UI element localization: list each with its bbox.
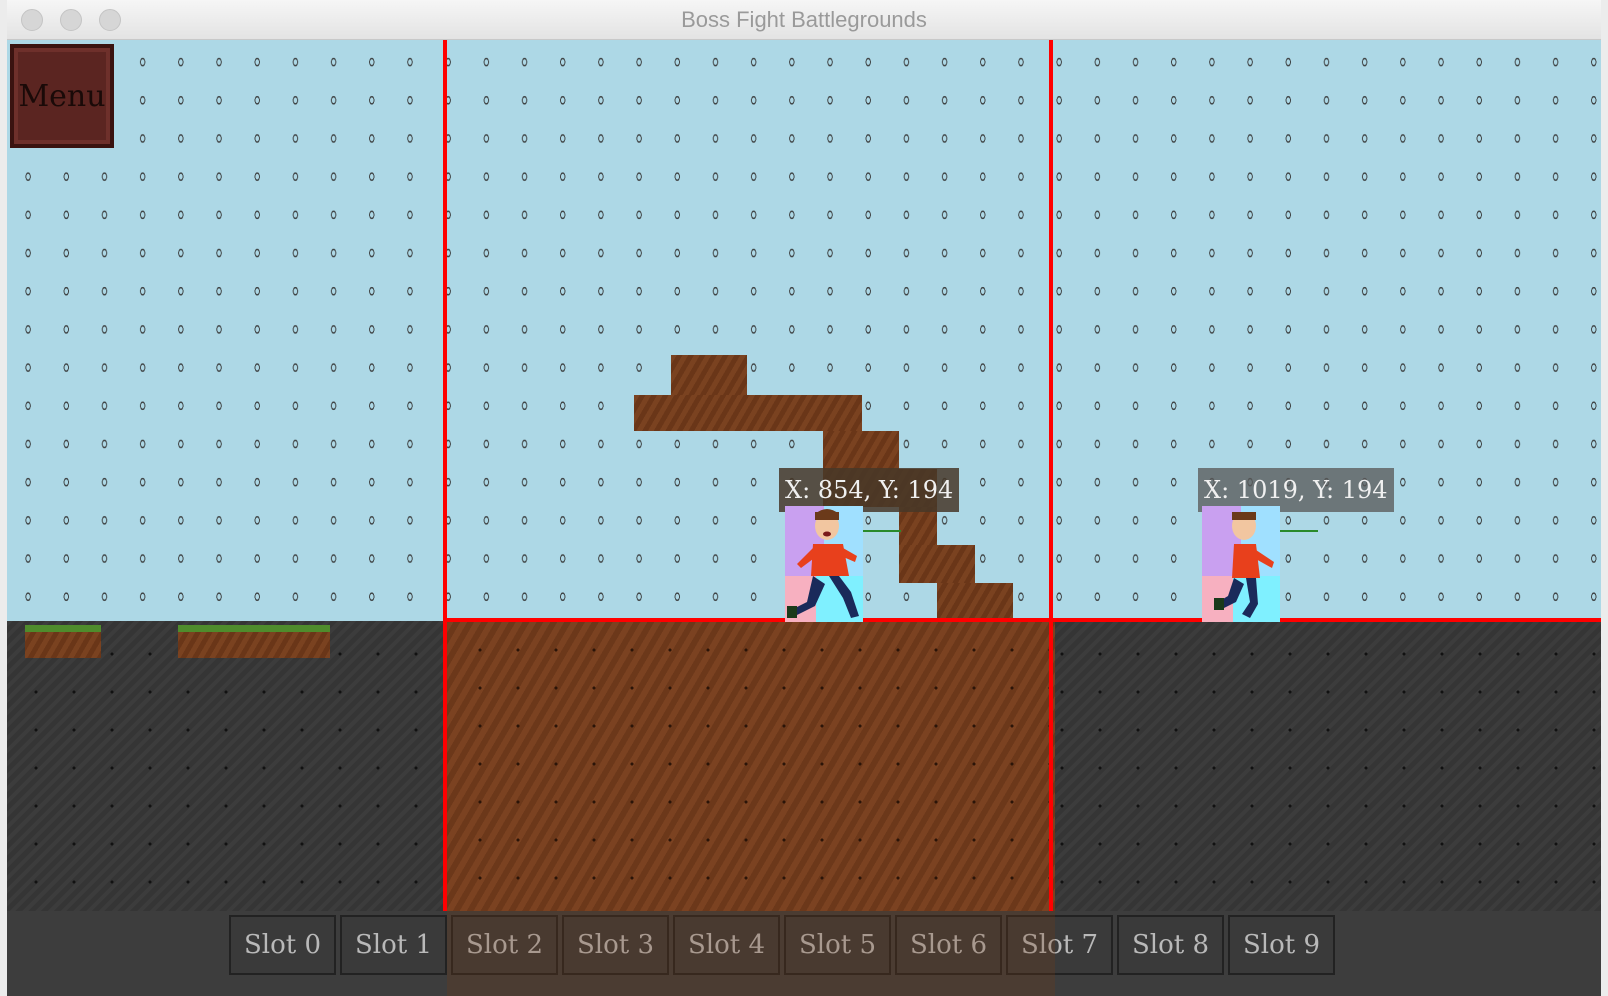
zone-boundary-floor [447, 618, 1601, 622]
dirt-block [937, 583, 1013, 621]
zone-boundary-left [443, 40, 447, 996]
title-bar: Boss Fight Battlegrounds [7, 0, 1601, 40]
player-character[interactable] [1202, 506, 1280, 622]
hotbar-slot[interactable]: Slot 5 [784, 915, 891, 975]
menu-button[interactable]: Menu [10, 44, 114, 148]
hotbar-slot[interactable]: Slot 3 [562, 915, 669, 975]
grass-block [178, 625, 330, 658]
aim-line [1280, 530, 1318, 532]
hotbar-slot[interactable]: Slot 1 [340, 915, 447, 975]
aim-line [863, 530, 901, 532]
grass-block [25, 625, 101, 658]
hotbar: Slot 0 Slot 1 Slot 2 Slot 3 Slot 4 Slot … [7, 911, 1601, 996]
game-window: Boss Fight Battlegrounds Menu X: 854, Y:… [7, 0, 1601, 996]
dirt-block [823, 431, 899, 469]
player-character[interactable] [785, 506, 863, 622]
hotbar-slot[interactable]: Slot 2 [451, 915, 558, 975]
runner-sprite-icon [787, 509, 859, 618]
zone-boundary-right [1049, 40, 1053, 996]
hotbar-slot[interactable]: Slot 0 [229, 915, 336, 975]
hotbar-slot[interactable]: Slot 8 [1117, 915, 1224, 975]
dirt-block [899, 545, 975, 583]
hotbar-slot[interactable]: Slot 4 [673, 915, 780, 975]
dirt-block [899, 507, 937, 545]
runner-sprite-icon [1214, 512, 1274, 618]
window-title: Boss Fight Battlegrounds [681, 7, 927, 32]
hotbar-slot[interactable]: Slot 9 [1228, 915, 1335, 975]
hotbar-slot[interactable]: Slot 7 [1006, 915, 1113, 975]
dirt-block [671, 355, 747, 395]
game-canvas[interactable]: Menu X: 854, Y: 194 X: 1019, Y: 194 Slot… [7, 40, 1601, 996]
dirt-block [634, 395, 862, 431]
hotbar-slot[interactable]: Slot 6 [895, 915, 1002, 975]
